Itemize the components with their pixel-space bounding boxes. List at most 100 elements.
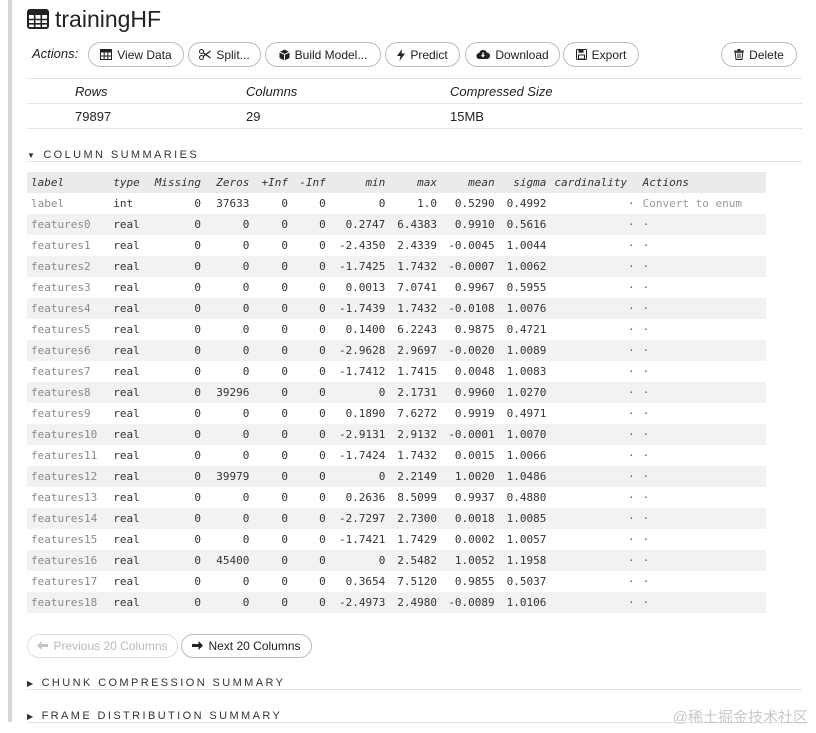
table-cell: 2.1731 — [389, 382, 441, 403]
column-name-cell: features1 — [31, 239, 91, 252]
table-cell: 0 — [205, 256, 254, 277]
delete-button[interactable]: Delete — [721, 42, 797, 67]
table-cell: 0 — [319, 365, 326, 378]
table-cell: 1.0062 — [498, 256, 551, 277]
column-summaries-toggle[interactable]: ▼ COLUMN SUMMARIES — [27, 149, 199, 161]
divider — [27, 689, 802, 690]
table-cell: 0.4971 — [506, 407, 547, 420]
actions-label: Actions: — [32, 46, 79, 61]
table-cell: 7.5120 — [397, 575, 437, 588]
table-cell: -2.4350 — [338, 239, 386, 252]
table-cell: 0 — [242, 407, 250, 420]
table-cell: 0.1400 — [345, 323, 386, 336]
table-cell: -1.7425 — [329, 256, 390, 277]
table-row: features5 real 0 0 0 0 0.1400 6.2243 0.9875 0.472… — [27, 319, 766, 340]
table-cell: 2.4980 — [389, 592, 441, 613]
table-cell: 0 — [378, 197, 386, 210]
table-cell: 1.0044 — [506, 239, 547, 252]
column-name-cell: features3 — [31, 281, 91, 294]
table-cell: 2.9132 — [389, 424, 441, 445]
bolt-icon — [397, 48, 406, 61]
table-cell: 0 — [253, 592, 293, 613]
table-cell: 0 — [194, 533, 202, 546]
column-name-cell: features13 — [31, 491, 98, 504]
table-cell: 0 — [292, 298, 330, 319]
table-row: features2 real 0 0 0 0 -1.7425 1.7432 -0.0007 1.0… — [27, 256, 766, 277]
table-cell: 0.0018 — [440, 508, 499, 529]
table-cell: 0 — [242, 239, 250, 252]
column-name-cell: features4 — [27, 298, 110, 319]
table-row: features14 real 0 0 0 0 -2.7297 2.7300 0.0018 1.0… — [27, 508, 766, 529]
table-cell: 1.0089 — [498, 340, 551, 361]
caret-right-icon: ▶ — [27, 711, 36, 721]
columns-header: Columns — [246, 84, 298, 99]
table-cell: 0 — [281, 323, 289, 336]
table-cell: 1.0070 — [498, 424, 551, 445]
table-icon — [100, 49, 113, 60]
chunk-compression-toggle[interactable]: ▶ CHUNK COMPRESSION SUMMARY — [27, 677, 285, 689]
table-cell: 0 — [292, 466, 330, 487]
table-cell: 0 — [205, 424, 254, 445]
table-cell: -0.0108 — [440, 298, 499, 319]
row-action-cell: · — [642, 407, 650, 420]
table-cell: real — [113, 449, 140, 462]
table-cell: 0.4880 — [506, 491, 547, 504]
table-cell: 0 — [292, 256, 330, 277]
table-cell: 2.2149 — [389, 466, 441, 487]
row-action-cell: · — [642, 281, 650, 294]
table-cell: 0 — [329, 550, 390, 571]
table-row: features1 real 0 0 0 0 -2.4350 2.4339 -0.0045 1.0… — [27, 235, 766, 256]
table-cell: 0 — [292, 382, 330, 403]
table-row: features8 real 0 39296 0 0 0 2.1731 0.9960 1.0270… — [27, 382, 766, 403]
build-model-button[interactable]: Build Model... — [265, 42, 381, 67]
row-action-cell: · — [638, 550, 766, 571]
table-cell: 8.5099 — [397, 491, 437, 504]
table-cell: 1.0066 — [506, 449, 547, 462]
export-button[interactable]: Export — [563, 42, 639, 67]
table-cell: 0 — [194, 575, 202, 588]
table-cell: 0 — [292, 592, 330, 613]
row-action-cell: · — [642, 575, 650, 588]
table-cell: 0.4721 — [506, 323, 547, 336]
caret-down-icon: ▼ — [27, 150, 38, 160]
column-header: cardinality — [550, 172, 639, 193]
row-action-cell: · — [642, 491, 650, 504]
frame-distribution-toggle[interactable]: ▶ FRAME DISTRIBUTION SUMMARY — [27, 710, 282, 722]
convert-to-enum-link[interactable]: Convert to enum — [639, 193, 766, 214]
watermark: @稀土掘金技术社区 — [672, 709, 808, 726]
column-name-cell: features14 — [27, 508, 110, 529]
table-cell: 0 — [329, 382, 390, 403]
table-cell: 0 — [253, 382, 293, 403]
table-cell: real — [109, 508, 151, 529]
table-cell: int — [113, 197, 134, 210]
view-data-button[interactable]: View Data — [88, 42, 184, 67]
compressed-size-value: 15MB — [450, 109, 484, 124]
table-cell: real — [113, 533, 140, 546]
caret-right-icon: ▶ — [27, 678, 36, 688]
cardinality-cell: · — [628, 281, 635, 294]
table-cell: 0 — [242, 365, 250, 378]
predict-button[interactable]: Predict — [385, 42, 460, 67]
divider — [27, 103, 802, 104]
column-name-cell: label — [31, 197, 65, 210]
column-name-cell: features8 — [27, 382, 110, 403]
table-cell: 0.3654 — [345, 575, 386, 588]
table-cell: 1.0106 — [498, 592, 551, 613]
table-cell: 0 — [253, 340, 293, 361]
table-cell: 0 — [329, 466, 390, 487]
column-summaries-title: COLUMN SUMMARIES — [43, 149, 200, 161]
next-columns-button[interactable]: Next 20 Columns — [181, 634, 312, 658]
split-button[interactable]: Split... — [188, 42, 261, 67]
table-cell: real — [109, 424, 151, 445]
table-cell: 0 — [194, 365, 202, 378]
column-header: label — [27, 172, 110, 193]
compressed-size-header: Compressed Size — [450, 84, 553, 99]
scissors-icon — [199, 49, 212, 60]
frame-distribution-title: FRAME DISTRIBUTION SUMMARY — [41, 710, 283, 722]
table-cell: 1.0020 — [440, 466, 499, 487]
table-cell: 0.9910 — [440, 214, 499, 235]
table-row: features12 real 0 39979 0 0 0 2.2149 1.0020 1.048… — [27, 466, 766, 487]
previous-columns-button[interactable]: Previous 20 Columns — [27, 634, 178, 658]
download-button[interactable]: Download — [465, 42, 560, 67]
table-cell: 0 — [292, 340, 330, 361]
